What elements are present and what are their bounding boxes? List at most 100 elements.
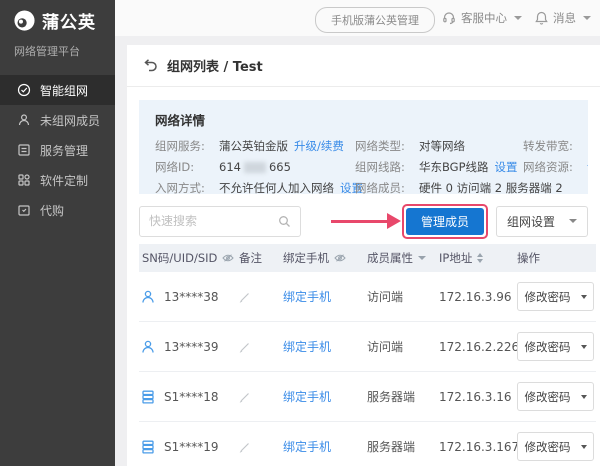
page-title: 组网列表 / Test bbox=[167, 56, 263, 75]
sidebar-item-unnetworked-members[interactable]: 未组网成员 bbox=[0, 105, 115, 135]
user-icon bbox=[140, 289, 156, 305]
member-type: 访问端 bbox=[367, 338, 439, 355]
field-network-type: 网络类型: 对等网络 bbox=[355, 136, 523, 157]
sidebar-item-software-customization[interactable]: 软件定制 bbox=[0, 165, 115, 195]
field-network-resources: 网络资源: 设置 bbox=[523, 157, 588, 178]
member-sn: S1****18 bbox=[164, 390, 219, 404]
sidebar-item-label: 软件定制 bbox=[40, 172, 88, 189]
sidebar-item-label: 智能组网 bbox=[40, 82, 88, 99]
sidebar-item-smart-networking[interactable]: 智能组网 bbox=[0, 75, 115, 105]
chevron-down-icon bbox=[569, 219, 577, 223]
member-type: 服务器端 bbox=[367, 438, 439, 455]
box-icon bbox=[17, 203, 31, 217]
filter-caret-icon bbox=[418, 256, 426, 260]
topbar: 手机版蒲公英管理 客服中心 消息 bbox=[115, 0, 600, 36]
chevron-down-icon bbox=[581, 395, 587, 399]
sidebar: 蒲公英 网络管理平台 智能组网 未组网成员 bbox=[0, 0, 115, 466]
members-table: SN码/UID/SID 备注 绑定手机 成员属性 bbox=[139, 244, 596, 466]
back-icon[interactable] bbox=[142, 58, 158, 73]
messages-menu[interactable]: 消息 bbox=[535, 0, 591, 36]
edit-remark-icon[interactable] bbox=[239, 441, 283, 453]
table-row: S1****19 绑定手机 服务器端 172.16.3.167 修改密码 bbox=[139, 422, 596, 466]
field-network-line: 组网线路: 华东BGP线路 设置 bbox=[355, 157, 523, 178]
annotation-highlight-box: 管理成员 bbox=[402, 204, 488, 239]
header-ip[interactable]: IP地址 bbox=[439, 250, 517, 266]
member-ip: 172.16.3.96 bbox=[439, 290, 517, 304]
header-remark: 备注 bbox=[239, 250, 283, 266]
eye-off-icon[interactable] bbox=[334, 253, 346, 263]
bind-phone-link[interactable]: 绑定手机 bbox=[283, 290, 331, 304]
edit-remark-icon[interactable] bbox=[239, 341, 283, 353]
header-member-type[interactable]: 成员属性 bbox=[367, 250, 439, 266]
eye-off-icon[interactable] bbox=[222, 253, 234, 263]
bind-phone-link[interactable]: 绑定手机 bbox=[283, 340, 331, 354]
member-ip: 172.16.3.16 bbox=[439, 390, 517, 404]
field-network-service: 组网服务: 蒲公英铂金版 升级/续费 bbox=[155, 136, 355, 157]
headset-icon bbox=[442, 11, 456, 25]
search-icon[interactable] bbox=[278, 215, 291, 228]
annotation-arrow bbox=[331, 213, 401, 229]
list-document-icon bbox=[17, 143, 31, 157]
main-content: 组网列表 / Test 网络详情 组网服务: 蒲公英铂金版 升级/续费 网络ID… bbox=[127, 45, 600, 466]
masked-id-blur bbox=[244, 162, 266, 173]
network-settings-dropdown[interactable]: 组网设置 bbox=[496, 206, 588, 237]
table-row: S1****18 绑定手机 服务器端 172.16.3.16 修改密码 bbox=[139, 372, 596, 422]
chevron-down-icon bbox=[514, 16, 522, 20]
logo: 蒲公英 bbox=[0, 0, 115, 33]
sidebar-menu: 智能组网 未组网成员 服务管理 bbox=[0, 75, 115, 225]
member-sn: S1****19 bbox=[164, 440, 219, 454]
member-sn: 13****39 bbox=[164, 340, 219, 354]
field-forward-bandwidth: 转发带宽: 12M 设置 bbox=[523, 136, 588, 157]
bind-phone-link[interactable]: 绑定手机 bbox=[283, 390, 331, 404]
manage-members-button[interactable]: 管理成员 bbox=[406, 208, 484, 235]
dandelion-logo-icon bbox=[13, 9, 36, 32]
member-type: 服务器端 bbox=[367, 388, 439, 405]
sort-icon bbox=[477, 253, 483, 263]
server-icon bbox=[140, 439, 156, 455]
table-row: 13****38 绑定手机 访问端 172.16.3.96 修改密码 bbox=[139, 272, 596, 322]
field-join-method: 入网方式: 不允许任何人加入网络 设置 bbox=[155, 178, 355, 194]
chevron-down-icon bbox=[581, 295, 587, 299]
member-type: 访问端 bbox=[367, 288, 439, 305]
service-center-label: 客服中心 bbox=[461, 10, 507, 26]
search-box bbox=[139, 206, 301, 237]
edit-remark-icon[interactable] bbox=[239, 291, 283, 303]
change-password-dropdown[interactable]: 修改密码 bbox=[517, 282, 594, 311]
person-icon bbox=[17, 113, 31, 127]
header-actions: 操作 bbox=[517, 250, 596, 266]
resources-settings-link[interactable]: 设置 bbox=[587, 157, 588, 178]
mobile-manage-button[interactable]: 手机版蒲公英管理 bbox=[315, 7, 435, 33]
upgrade-renew-link[interactable]: 升级/续费 bbox=[294, 136, 344, 157]
grid-icon bbox=[17, 173, 31, 187]
service-center-menu[interactable]: 客服中心 bbox=[442, 0, 522, 36]
sidebar-item-service-management[interactable]: 服务管理 bbox=[0, 135, 115, 165]
details-title: 网络详情 bbox=[155, 110, 572, 129]
header-bind-phone: 绑定手机 bbox=[283, 250, 367, 266]
change-password-dropdown[interactable]: 修改密码 bbox=[517, 432, 594, 461]
member-sn: 13****38 bbox=[164, 290, 219, 304]
network-icon bbox=[17, 83, 31, 97]
member-ip: 172.16.2.226 bbox=[439, 340, 517, 354]
chevron-down-icon bbox=[581, 345, 587, 349]
user-icon bbox=[140, 339, 156, 355]
change-password-dropdown[interactable]: 修改密码 bbox=[517, 382, 594, 411]
field-network-members: 网络成员: 硬件 0 访问端 2 服务器端 2 bbox=[355, 178, 523, 194]
logo-text: 蒲公英 bbox=[42, 8, 96, 33]
member-ip: 172.16.3.167 bbox=[439, 440, 517, 454]
bell-icon bbox=[535, 11, 548, 25]
sidebar-item-label: 服务管理 bbox=[40, 142, 88, 159]
sidebar-item-purchasing[interactable]: 代购 bbox=[0, 195, 115, 225]
change-password-dropdown[interactable]: 修改密码 bbox=[517, 332, 594, 361]
toolbar: 管理成员 组网设置 bbox=[139, 204, 588, 238]
platform-label: 网络管理平台 bbox=[0, 33, 115, 59]
table-row: 13****39 绑定手机 访问端 172.16.2.226 修改密码 bbox=[139, 322, 596, 372]
breadcrumb: 组网列表 / Test bbox=[127, 45, 600, 87]
chevron-down-icon bbox=[581, 445, 587, 449]
chevron-down-icon bbox=[583, 16, 591, 20]
header-sn: SN码/UID/SID bbox=[139, 250, 239, 266]
bind-phone-link[interactable]: 绑定手机 bbox=[283, 440, 331, 454]
edit-remark-icon[interactable] bbox=[239, 391, 283, 403]
sidebar-item-label: 未组网成员 bbox=[40, 112, 100, 129]
line-settings-link[interactable]: 设置 bbox=[495, 157, 518, 178]
search-input[interactable] bbox=[149, 214, 278, 228]
